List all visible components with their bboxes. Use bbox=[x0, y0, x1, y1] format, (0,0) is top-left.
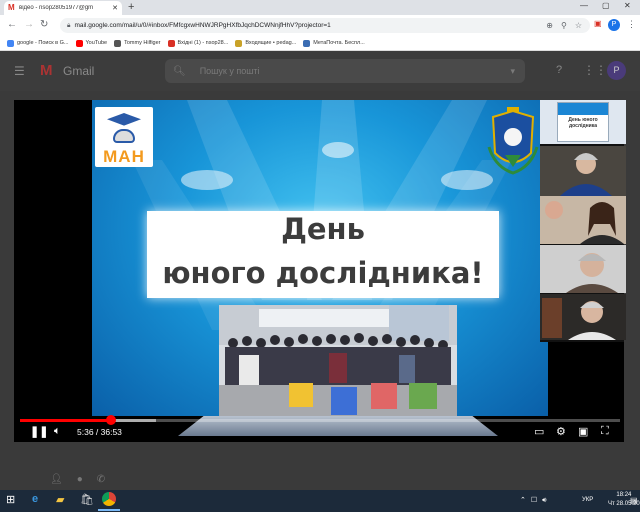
bookmark-label: YouTube bbox=[85, 40, 108, 46]
bookmark-item[interactable]: МетаПочта. Беспл... bbox=[303, 39, 365, 47]
slide-title-line2: юного дослідника! bbox=[162, 256, 484, 290]
bookmark-favicon-icon bbox=[75, 39, 83, 47]
gmail-search-input[interactable]: 🔍︎ Пошук у пошті ▾ bbox=[165, 59, 525, 83]
participant-tile-4[interactable] bbox=[540, 294, 626, 340]
miniplayer-icon[interactable]: ▣ bbox=[578, 425, 588, 438]
mini-slide-text: День юного дослідника bbox=[568, 117, 598, 129]
bookmark-favicon-icon bbox=[167, 39, 175, 47]
volume-icon[interactable]: 🔈︎ bbox=[54, 425, 61, 438]
cast-icon[interactable]: ⊕ bbox=[546, 21, 553, 30]
group-photo-art bbox=[219, 305, 457, 416]
bookmark-label: МетаПочта. Беспл... bbox=[313, 40, 365, 46]
mini-slide-thumbnail: День юного дослідника bbox=[557, 102, 609, 142]
slide-title-line1: День bbox=[281, 212, 365, 246]
menu-icon[interactable]: ⋮ bbox=[627, 19, 636, 30]
bookmarks-bar: google - Поиск в G... YouTube Tommy Hilfig… bbox=[0, 36, 640, 51]
new-tab-button[interactable]: + bbox=[128, 1, 134, 13]
gmail-wordmark: Gmail bbox=[63, 64, 95, 78]
language-indicator[interactable]: УКР bbox=[582, 497, 593, 503]
man-logo-text: МАН bbox=[103, 147, 145, 166]
address-bar[interactable]: 🔒︎ mail.google.com/mail/u/0/#inbox/FMfcg… bbox=[60, 18, 590, 33]
participant-video-2 bbox=[540, 196, 626, 244]
bookmark-item[interactable]: Входящие • pedag... bbox=[235, 39, 297, 47]
reload-icon[interactable]: ↻ bbox=[40, 19, 48, 30]
pause-icon[interactable]: ❚❚ bbox=[30, 425, 48, 438]
participant-tile-2[interactable] bbox=[540, 196, 626, 244]
notifications-icon[interactable]: ▤ bbox=[630, 496, 638, 505]
participant-video-4 bbox=[540, 294, 626, 340]
bookmark-item[interactable]: google - Поиск в G... bbox=[7, 39, 69, 47]
subtitles-icon[interactable]: ▭ bbox=[534, 425, 544, 438]
minimize-icon[interactable]: — bbox=[580, 1, 588, 10]
search-icon: 🔍︎ bbox=[173, 65, 186, 77]
windows-start-icon[interactable]: ⊞ bbox=[6, 493, 15, 506]
star-icon[interactable]: ☆ bbox=[575, 21, 582, 30]
edge-icon[interactable]: e bbox=[32, 493, 38, 505]
progress-played bbox=[20, 419, 112, 422]
fullscreen-icon[interactable]: ⛶ bbox=[601, 425, 609, 438]
profile-avatar[interactable]: P bbox=[608, 19, 620, 31]
coat-of-arms-icon bbox=[487, 107, 539, 175]
bookmark-favicon-icon bbox=[114, 39, 122, 47]
bookmark-item[interactable]: Tommy Hilfiger bbox=[114, 39, 161, 47]
bookmark-label: google - Поиск в G... bbox=[17, 40, 69, 46]
participant-video-3 bbox=[540, 245, 626, 293]
bookmark-favicon-icon bbox=[7, 39, 14, 47]
bookmark-item[interactable]: YouTube bbox=[75, 39, 108, 47]
store-icon[interactable]: 🛍︎ bbox=[80, 493, 94, 506]
participant-video-1 bbox=[540, 146, 626, 196]
maximize-icon[interactable]: ▢ bbox=[602, 1, 610, 10]
zoom-icon[interactable]: ⚲ bbox=[561, 21, 567, 30]
browser-tab[interactable]: M відео - nsop28051977@gm ✕ bbox=[4, 1, 122, 15]
file-explorer-icon[interactable]: ▰ bbox=[56, 493, 64, 506]
tab-title: відео - nsop28051977@gm bbox=[19, 5, 94, 11]
group-photo bbox=[219, 305, 457, 416]
hamburger-menu-icon[interactable]: ☰ bbox=[14, 64, 25, 78]
url-text: mail.google.com/mail/u/0/#inbox/FMfcgxwH… bbox=[74, 22, 331, 29]
gmail-logo-icon: M bbox=[40, 62, 53, 79]
bookmark-label: Входящие • pedag... bbox=[245, 40, 297, 46]
tray-icons[interactable]: ⌃☐🔊︎ bbox=[520, 496, 552, 505]
close-tab-icon[interactable]: ✕ bbox=[112, 4, 118, 12]
graduation-cap-icon bbox=[107, 113, 141, 126]
bookmark-favicon-icon bbox=[235, 39, 243, 47]
bookmark-item[interactable]: Вхідні (1) - nsop28... bbox=[167, 39, 229, 47]
settings-gear-icon[interactable]: ⚙ bbox=[556, 425, 566, 438]
chrome-icon[interactable] bbox=[102, 492, 116, 506]
mini-slide-header bbox=[558, 103, 608, 115]
owl-icon bbox=[113, 129, 135, 143]
back-icon[interactable]: ← bbox=[7, 19, 17, 30]
gmail-favicon-icon: M bbox=[8, 3, 15, 12]
bookmark-label: Tommy Hilfiger bbox=[124, 40, 161, 46]
extension-icon[interactable]: ▣ bbox=[594, 19, 602, 28]
lock-icon: 🔒︎ bbox=[67, 21, 71, 29]
help-icon[interactable]: ? bbox=[556, 64, 562, 76]
gmail-avatar[interactable]: P bbox=[607, 61, 626, 80]
bookmark-favicon-icon bbox=[303, 39, 311, 47]
search-placeholder: Пошук у пошті bbox=[199, 66, 260, 76]
search-options-icon[interactable]: ▾ bbox=[510, 66, 515, 77]
bookmark-label: Вхідні (1) - nsop28... bbox=[177, 40, 229, 46]
participant-tile-logo[interactable]: День юного дослідника bbox=[540, 100, 626, 144]
hangouts-icons[interactable]: 👤︎●✆ bbox=[50, 474, 119, 485]
time-display: 5:36 / 36:53 bbox=[77, 427, 122, 437]
apps-grid-icon[interactable]: ⋮⋮ bbox=[583, 63, 607, 77]
participant-tile-1[interactable] bbox=[540, 146, 626, 196]
close-window-icon[interactable]: ✕ bbox=[624, 1, 631, 10]
participant-tile-3[interactable] bbox=[540, 245, 626, 293]
forward-icon[interactable]: → bbox=[24, 19, 34, 30]
man-logo: МАН bbox=[95, 107, 153, 167]
active-app-indicator bbox=[98, 509, 120, 511]
